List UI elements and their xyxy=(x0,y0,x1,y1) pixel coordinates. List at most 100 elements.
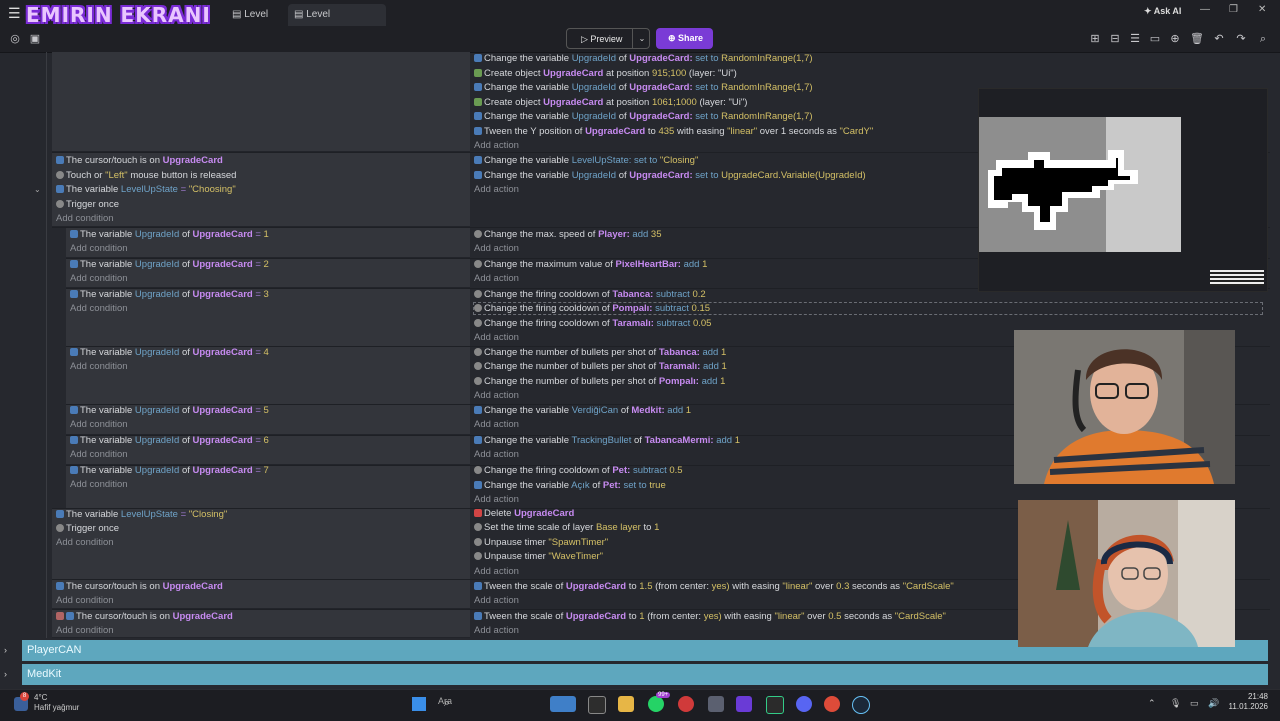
event-action[interactable]: Change the variable UpgradeId of Upgrade… xyxy=(474,53,813,64)
event-action[interactable]: Change the variable VerdiğiCan of Medkit… xyxy=(474,405,691,416)
add-action-link[interactable]: Add action xyxy=(474,390,519,401)
event-action[interactable]: Tween the scale of UpgradeCard to 1.5 (f… xyxy=(474,581,954,592)
minimize-icon[interactable]: — xyxy=(1200,4,1210,15)
event-action[interactable]: Change the number of bullets per shot of… xyxy=(474,347,726,358)
add-condition-link[interactable]: Add condition xyxy=(70,243,128,254)
scene-icon[interactable]: ▣ xyxy=(28,32,42,46)
taskbar-search[interactable]: Ara xyxy=(438,696,452,706)
event-action-selected[interactable]: Change the firing cooldown of Pompalı: s… xyxy=(473,302,1263,315)
condition[interactable]: Touch or "Left" mouse button is released xyxy=(56,170,236,181)
tab-level-events[interactable]: ▤ Level (Events)× xyxy=(288,4,386,42)
event-action[interactable]: Unpause timer "WaveTimer" xyxy=(474,551,603,562)
gdevelop-icon[interactable] xyxy=(736,696,752,712)
preview-options-icon[interactable]: ⌄ xyxy=(632,28,651,49)
add-condition-link[interactable]: Add condition xyxy=(56,537,114,548)
widgets-app-icon[interactable] xyxy=(550,696,576,712)
condition[interactable]: The variable UpgradeId of UpgradeCard = … xyxy=(70,347,269,358)
chrome-icon[interactable] xyxy=(824,696,840,712)
add-action-link[interactable]: Add action xyxy=(474,332,519,343)
add-sub-event-icon[interactable]: ⊟ xyxy=(1108,32,1122,46)
event-action[interactable]: Change the variable Açık of Pet: set to … xyxy=(474,480,666,491)
steam-icon[interactable] xyxy=(852,696,870,714)
settings-app-icon[interactable] xyxy=(708,696,724,712)
weather-widget[interactable]: 4°C Hafif yağmur xyxy=(34,693,79,713)
opera-icon[interactable] xyxy=(678,696,694,712)
condition[interactable]: The variable LevelUpState = "Closing" xyxy=(56,509,227,520)
condition[interactable]: The variable UpgradeId of UpgradeCard = … xyxy=(70,229,269,240)
event-action[interactable]: Change the maximum value of PixelHeartBa… xyxy=(474,259,707,270)
discord-icon[interactable] xyxy=(796,696,812,712)
event-action[interactable]: Change the max. speed of Player: add 35 xyxy=(474,229,661,240)
add-action-link[interactable]: Add action xyxy=(474,494,519,505)
add-condition-link[interactable]: Add condition xyxy=(56,595,114,606)
event-action[interactable]: Change the firing cooldown of Pet: subtr… xyxy=(474,465,683,476)
event-action[interactable]: Delete UpgradeCard xyxy=(474,508,574,519)
condition[interactable]: The cursor/touch is on UpgradeCard xyxy=(56,611,233,622)
event-action[interactable]: Change the variable UpgradeId of Upgrade… xyxy=(474,111,813,122)
task-view-icon[interactable] xyxy=(588,696,606,714)
maximize-icon[interactable]: ❐ xyxy=(1229,4,1238,15)
add-event-icon[interactable]: ⊞ xyxy=(1088,32,1102,46)
microphone-icon[interactable]: 🎙 xyxy=(1170,698,1181,709)
condition[interactable]: The variable UpgradeId of UpgradeCard = … xyxy=(70,405,269,416)
add-action-link[interactable]: Add action xyxy=(474,273,519,284)
event-action[interactable]: Change the variable UpgradeId of Upgrade… xyxy=(474,82,813,93)
add-action-link[interactable]: Add action xyxy=(474,625,519,636)
condition[interactable]: Trigger once xyxy=(56,199,119,210)
share-button[interactable]: ⊕ Share xyxy=(656,28,713,49)
event-action[interactable]: Change the number of bullets per shot of… xyxy=(474,376,725,387)
file-explorer-icon[interactable] xyxy=(618,696,634,712)
event-action[interactable]: Tween the Y position of UpgradeCard to 4… xyxy=(474,126,873,137)
event-action[interactable]: Change the variable UpgradeId of Upgrade… xyxy=(474,170,866,181)
undo-icon[interactable]: ↶ xyxy=(1212,32,1226,46)
event-action[interactable]: Change the firing cooldown of Tabanca: s… xyxy=(474,289,706,300)
event-action[interactable]: Create object UpgradeCard at position 10… xyxy=(474,97,747,108)
group-medkit[interactable]: MedKit xyxy=(22,664,1268,685)
condition[interactable]: The variable LevelUpState = "Choosing" xyxy=(56,184,236,195)
add-group-icon[interactable]: ☰ xyxy=(1128,32,1142,46)
add-condition-link[interactable]: Add condition xyxy=(70,273,128,284)
condition[interactable]: The cursor/touch is on UpgradeCard xyxy=(56,581,223,592)
add-condition-link[interactable]: Add condition xyxy=(70,419,128,430)
condition[interactable]: The variable UpgradeId of UpgradeCard = … xyxy=(70,259,269,270)
condition[interactable]: The variable UpgradeId of UpgradeCard = … xyxy=(70,465,269,476)
condition[interactable]: The variable UpgradeId of UpgradeCard = … xyxy=(70,289,269,300)
add-condition-link[interactable]: Add condition xyxy=(70,361,128,372)
condition[interactable]: Trigger once xyxy=(56,523,119,534)
menu-icon[interactable]: ☰ xyxy=(8,6,22,20)
event-action[interactable]: Change the firing cooldown of Taramalı: … xyxy=(474,318,711,329)
add-condition-link[interactable]: Add condition xyxy=(70,449,128,460)
event-action[interactable]: Set the time scale of layer Base layer t… xyxy=(474,522,659,533)
project-manager-icon[interactable]: ◎ xyxy=(8,32,22,46)
expand-group-icon[interactable]: › xyxy=(4,645,7,655)
add-condition-link[interactable]: Add condition xyxy=(70,479,128,490)
volume-icon[interactable]: 🔊 xyxy=(1208,698,1219,709)
windows-start-icon[interactable] xyxy=(412,697,426,711)
tab-level[interactable]: ▤ Level xyxy=(226,4,286,26)
add-action-link[interactable]: Add action xyxy=(474,449,519,460)
event-action[interactable]: Change the variable TrackingBullet of Ta… xyxy=(474,435,740,446)
add-comment-icon[interactable]: ▭ xyxy=(1148,32,1162,46)
add-action-link[interactable]: Add action xyxy=(474,419,519,430)
redo-icon[interactable]: ↷ xyxy=(1234,32,1248,46)
add-condition-link[interactable]: Add condition xyxy=(70,303,128,314)
event-action[interactable]: Unpause timer "SpawnTimer" xyxy=(474,537,608,548)
system-clock[interactable]: 21:48 11.01.2026 xyxy=(1228,692,1268,712)
add-action-link[interactable]: Add action xyxy=(474,243,519,254)
condition[interactable]: The variable UpgradeId of UpgradeCard = … xyxy=(70,435,269,446)
event-action[interactable]: Change the variable LevelUpState: set to… xyxy=(474,155,698,166)
close-window-icon[interactable]: ✕ xyxy=(1258,4,1266,15)
tray-chevron-icon[interactable]: ⌃ xyxy=(1148,698,1156,709)
whatsapp-icon[interactable] xyxy=(648,696,664,712)
add-action-link[interactable]: Add action xyxy=(474,595,519,606)
add-action-link[interactable]: Add action xyxy=(474,140,519,151)
add-condition-link[interactable]: Add condition xyxy=(56,625,114,636)
event-action[interactable]: Tween the scale of UpgradeCard to 1 (fro… xyxy=(474,611,946,622)
add-extension-icon[interactable]: ⊕ xyxy=(1168,32,1182,46)
search-icon[interactable]: ⌕ xyxy=(1256,32,1270,46)
condition[interactable]: The cursor/touch is on UpgradeCard xyxy=(56,155,223,166)
event-conditions[interactable] xyxy=(52,52,470,152)
collapse-icon[interactable]: ⌄ xyxy=(34,185,41,194)
event-action[interactable]: Create object UpgradeCard at position 91… xyxy=(474,68,737,79)
terminal-app-icon[interactable] xyxy=(766,696,784,714)
